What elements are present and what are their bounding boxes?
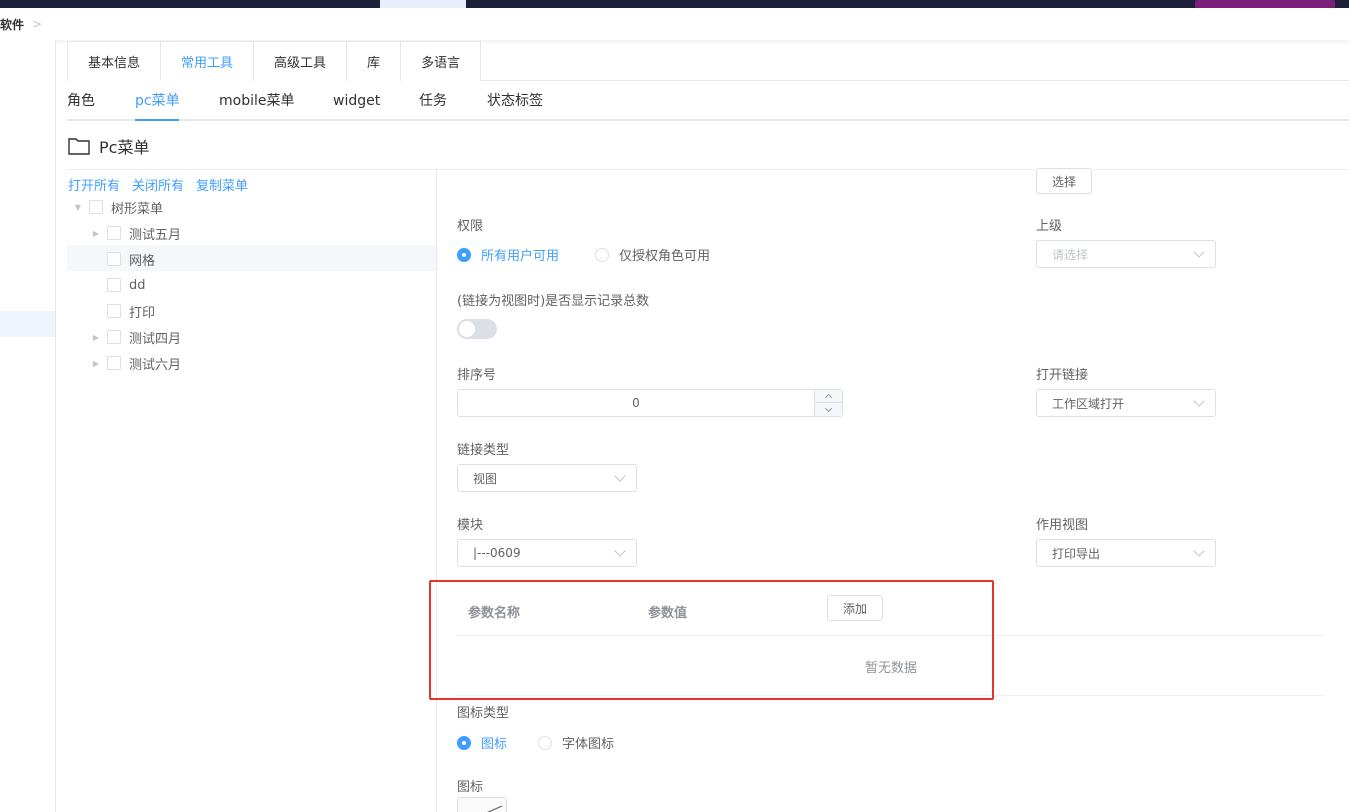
chevron-down-icon	[614, 545, 626, 557]
subtab-task[interactable]: 任务	[419, 81, 447, 121]
module-label: 模块	[457, 518, 484, 533]
tab-multilanguage[interactable]: 多语言	[400, 41, 482, 81]
icon-type-label: 图标类型	[457, 706, 510, 721]
sort-no-input[interactable]: 0	[457, 389, 843, 417]
show-total-label: (链接为视图时)是否显示记录总数	[457, 294, 650, 309]
permission-label: 权限	[457, 219, 484, 234]
tree-node-label: dd	[129, 277, 146, 293]
sidebar-active-item[interactable]	[0, 311, 55, 337]
tree-node-label: 树形菜单	[111, 201, 164, 217]
parent-select[interactable]: 请选择	[1036, 240, 1216, 268]
folder-icon	[68, 137, 90, 155]
tab-basic-info[interactable]: 基本信息	[67, 41, 162, 81]
top-banner	[0, 0, 1349, 8]
tree-node[interactable]: 网格	[91, 246, 155, 272]
menu-edit-form: 选择 权限 所有用户可用 仅授权角色可用 上级 请选择 (链接为视图时)是否显示…	[429, 168, 1349, 812]
tree-node[interactable]: 打印	[91, 298, 155, 324]
chevron-down-icon	[1193, 395, 1205, 407]
main-tabs: 基本信息 常用工具 高级工具 库 多语言	[67, 41, 1349, 81]
link-type-select[interactable]: 视图	[457, 464, 637, 492]
subtab-status-tags[interactable]: 状态标签	[487, 81, 543, 121]
subtab-mobile-menu[interactable]: mobile菜单	[219, 81, 294, 121]
radio-dot[interactable]	[538, 735, 552, 750]
tree-checkbox[interactable]	[107, 226, 121, 240]
left-sidebar	[0, 40, 56, 812]
decrease-button[interactable]	[815, 403, 842, 416]
radio-dot[interactable]	[457, 247, 471, 262]
active-tab-indicator	[135, 119, 179, 121]
breadcrumb-item[interactable]: 软件	[0, 16, 24, 33]
caret-right-icon[interactable]: ▶	[91, 229, 101, 238]
switch-knob	[459, 321, 475, 337]
tree-checkbox[interactable]	[107, 356, 121, 370]
close-all-link[interactable]: 关闭所有	[132, 175, 184, 194]
chevron-down-icon	[1193, 545, 1205, 557]
open-all-link[interactable]: 打开所有	[68, 175, 120, 194]
icon-type-image-radio[interactable]: 图标	[457, 733, 507, 752]
caret-right-icon[interactable]: ▶	[91, 333, 101, 342]
radio-dot[interactable]	[595, 247, 609, 262]
subtab-pc-menu[interactable]: pc菜单	[135, 81, 180, 121]
permission-authorized-roles-radio[interactable]: 仅授权角色可用	[595, 245, 710, 264]
copy-menu-link[interactable]: 复制菜单	[196, 175, 248, 194]
tree-node-label: 网格	[129, 253, 156, 269]
chevron-down-icon	[1193, 246, 1205, 258]
tab-advanced-tools[interactable]: 高级工具	[253, 41, 348, 81]
caret-right-icon[interactable]: ▶	[91, 359, 101, 368]
banner-center	[380, 0, 466, 8]
caret-down-icon[interactable]: ▼	[73, 203, 83, 212]
card-title: Pc菜单	[99, 137, 150, 157]
open-link-select[interactable]: 工作区域打开	[1036, 389, 1216, 417]
tree-checkbox[interactable]	[107, 330, 121, 344]
card-header: Pc菜单	[67, 122, 1349, 170]
icon-preview[interactable]	[457, 797, 507, 812]
subtab-widget[interactable]: widget	[333, 81, 380, 121]
sort-no-label: 排序号	[457, 368, 497, 383]
sub-tabs: 角色 pc菜单 mobile菜单 widget 任务 状态标签	[67, 81, 1349, 121]
parent-label: 上级	[1036, 219, 1063, 234]
radio-dot[interactable]	[457, 735, 471, 750]
banner-decoration	[1195, 0, 1335, 8]
tree-node[interactable]: dd	[91, 272, 146, 298]
number-stepper	[814, 390, 842, 416]
menu-tree-pane: 打开所有 关闭所有 复制菜单 ▼ 树形菜单 ▶ 测试五月 网格 dd 打印 ▶ …	[67, 170, 437, 812]
tree-actions: 打开所有 关闭所有 复制菜单	[68, 175, 248, 194]
select-button[interactable]: 选择	[1036, 168, 1092, 194]
scope-view-select[interactable]: 打印导出	[1036, 539, 1216, 567]
highlight-box	[429, 580, 994, 700]
tree-node-label: 测试五月	[129, 227, 182, 243]
tab-common-tools[interactable]: 常用工具	[160, 41, 255, 81]
chevron-right-icon: >	[32, 17, 43, 31]
tree-node-label: 测试六月	[129, 357, 182, 373]
link-type-label: 链接类型	[457, 443, 510, 458]
tree-node[interactable]: ▶ 测试六月	[91, 350, 181, 376]
icon-type-font-radio[interactable]: 字体图标	[538, 733, 614, 752]
show-total-switch[interactable]	[457, 319, 497, 339]
breadcrumb: 软件 >	[0, 8, 1349, 40]
chevron-down-icon	[614, 470, 626, 482]
tree-node[interactable]: ▶ 测试五月	[91, 220, 181, 246]
icon-label: 图标	[457, 780, 484, 795]
tree-checkbox[interactable]	[89, 200, 103, 214]
module-select[interactable]: |---0609	[457, 539, 637, 567]
tree-node[interactable]: ▶ 测试四月	[91, 324, 181, 350]
pen-icon	[487, 805, 503, 812]
tree-checkbox[interactable]	[107, 278, 121, 292]
permission-all-users-radio[interactable]: 所有用户可用	[457, 245, 559, 264]
scope-view-label: 作用视图	[1036, 518, 1089, 533]
tree-node-label: 打印	[129, 305, 156, 321]
increase-button[interactable]	[815, 390, 842, 403]
tree-checkbox[interactable]	[107, 252, 121, 266]
tree-checkbox[interactable]	[107, 304, 121, 318]
tab-library[interactable]: 库	[346, 41, 402, 81]
open-link-label: 打开链接	[1036, 368, 1089, 383]
tree-node-label: 测试四月	[129, 331, 182, 347]
subtab-role[interactable]: 角色	[67, 81, 95, 121]
tree-node-root[interactable]: ▼ 树形菜单	[73, 194, 163, 220]
